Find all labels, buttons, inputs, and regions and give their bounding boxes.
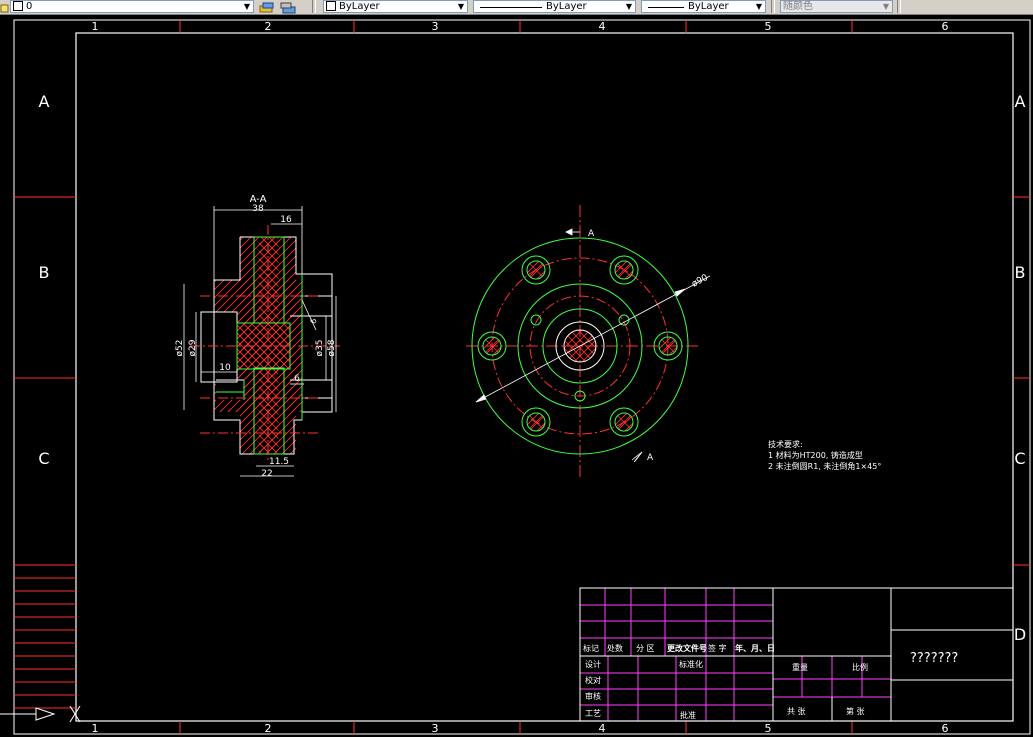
cut-label-bottom: A xyxy=(647,453,654,463)
notes-title: 技术要求: xyxy=(768,439,803,449)
linetype-value: ByLayer xyxy=(546,1,587,12)
tb-mark: 标记 xyxy=(583,643,599,653)
layer-dropdown[interactable]: 0 ▼ xyxy=(10,0,254,13)
col-label-6: 6 xyxy=(942,20,949,33)
tb-drawing-name: ??????? xyxy=(910,651,958,666)
dim-10: 10 xyxy=(219,363,231,373)
lineweight-dropdown[interactable]: ByLayer ▼ xyxy=(641,0,766,13)
row-label-a-right: A xyxy=(1015,92,1026,111)
col-label-1-bottom: 1 xyxy=(92,722,99,735)
row-label-a: A xyxy=(39,92,50,111)
row-label-b-right: B xyxy=(1015,263,1026,282)
tb-weight: 重量 xyxy=(792,662,808,672)
color-value: ByLayer xyxy=(339,1,380,12)
toolbar-separator xyxy=(771,0,775,13)
chevron-down-icon[interactable]: ▼ xyxy=(624,2,634,12)
chevron-down-icon[interactable]: ▼ xyxy=(456,2,466,12)
plotstyle-dropdown[interactable]: 随颜色 ▼ xyxy=(780,0,893,13)
dim-r6: 6 xyxy=(309,317,319,325)
col-label-4: 4 xyxy=(599,20,606,33)
tb-design: 设计 xyxy=(585,659,601,669)
row-label-c: C xyxy=(38,449,49,468)
make-object-layer-current-icon[interactable] xyxy=(258,0,276,13)
tb-scale: 比例 xyxy=(852,662,868,672)
dim-16: 16 xyxy=(280,215,292,225)
properties-toolbar: 0 ▼ ByLayer ▼ ByLayer ▼ ByLayer ▼ 随颜色 ▼ xyxy=(0,0,1033,15)
toolbar-separator xyxy=(897,0,901,13)
dim-35: ø35 xyxy=(315,340,325,357)
toolbar-separator xyxy=(312,0,316,13)
chevron-down-icon[interactable]: ▼ xyxy=(754,2,764,12)
dim-38: 38 xyxy=(252,204,264,214)
color-dropdown[interactable]: ByLayer ▼ xyxy=(323,0,468,13)
tb-docno: 更改文件号 xyxy=(667,643,707,653)
tb-standard: 标准化 xyxy=(679,659,703,669)
lineweight-value: ByLayer xyxy=(688,1,729,12)
notes-line-2: 2 未注倒圆R1, 未注倒角1×45° xyxy=(768,461,881,471)
tb-review: 审核 xyxy=(585,691,601,701)
col-label-2-bottom: 2 xyxy=(265,722,272,735)
row-label-b: B xyxy=(39,263,50,282)
cut-label-top: A xyxy=(588,229,595,239)
dim-52: ø52 xyxy=(175,340,185,357)
drawing-canvas[interactable]: 1 2 3 4 5 6 1 2 3 4 5 6 A B C A B C D A-… xyxy=(0,14,1033,737)
row-labels: A B C A B C D xyxy=(38,92,1026,644)
technical-notes[interactable]: 技术要求: 1 材料为HT200, 铸造成型 2 未注倒圆R1, 未注倒角1×4… xyxy=(768,439,881,471)
section-view-a-a[interactable]: A-A 38 16 ø52 ø29 10 ø35 ø58 6 6 11.5 22 xyxy=(175,194,340,479)
lineweight-sample xyxy=(648,7,684,8)
tb-zone: 分 区 xyxy=(636,644,655,653)
dim-6: 6 xyxy=(294,374,300,384)
col-label-5: 5 xyxy=(765,20,772,33)
col-label-3-bottom: 3 xyxy=(432,722,439,735)
col-label-3: 3 xyxy=(432,20,439,33)
color-swatch xyxy=(326,1,336,11)
layer-value: 0 xyxy=(26,1,33,12)
revision-table-grid xyxy=(580,588,891,721)
front-view[interactable]: ø90 A A xyxy=(466,205,711,480)
plotstyle-value: 随颜色 xyxy=(783,1,813,12)
linetype-dropdown[interactable]: ByLayer ▼ xyxy=(473,0,636,13)
tb-count: 处数 xyxy=(607,643,623,653)
layer-state-icon[interactable] xyxy=(0,0,10,13)
row-label-d-right: D xyxy=(1014,625,1026,644)
tb-total-sheets: 共 张 xyxy=(787,707,806,716)
row-label-c-right: C xyxy=(1014,449,1025,468)
col-label-1: 1 xyxy=(92,20,99,33)
layer-previous-icon[interactable] xyxy=(280,0,298,14)
tb-sheet-no: 第 张 xyxy=(846,706,865,716)
tb-approve: 批准 xyxy=(680,710,696,720)
linetype-sample xyxy=(480,7,542,8)
tb-sign: 签 字 xyxy=(708,643,727,653)
col-label-2: 2 xyxy=(265,20,272,33)
chevron-down-icon[interactable]: ▼ xyxy=(881,2,891,12)
tb-date: 年、月、日 xyxy=(735,643,775,653)
dim-58: ø58 xyxy=(327,339,337,356)
chevron-down-icon[interactable]: ▼ xyxy=(242,2,252,12)
dim-90: ø90 xyxy=(690,273,710,290)
notes-line-1: 1 材料为HT200, 铸造成型 xyxy=(768,450,863,460)
col-label-6-bottom: 6 xyxy=(942,722,949,735)
col-label-4-bottom: 4 xyxy=(599,722,606,735)
dim-22: 22 xyxy=(261,469,272,479)
dim-29: ø29 xyxy=(188,339,198,356)
tb-process: 工艺 xyxy=(585,709,601,718)
tb-check: 校对 xyxy=(585,675,601,685)
layer-color-swatch xyxy=(13,1,23,11)
dim-11-5: 11.5 xyxy=(269,457,289,467)
title-block[interactable]: 标记 处数 分 区 更改文件号 签 字 年、月、日 设计 标准化 校对 审核 工… xyxy=(579,587,1014,722)
col-label-5-bottom: 5 xyxy=(765,722,772,735)
